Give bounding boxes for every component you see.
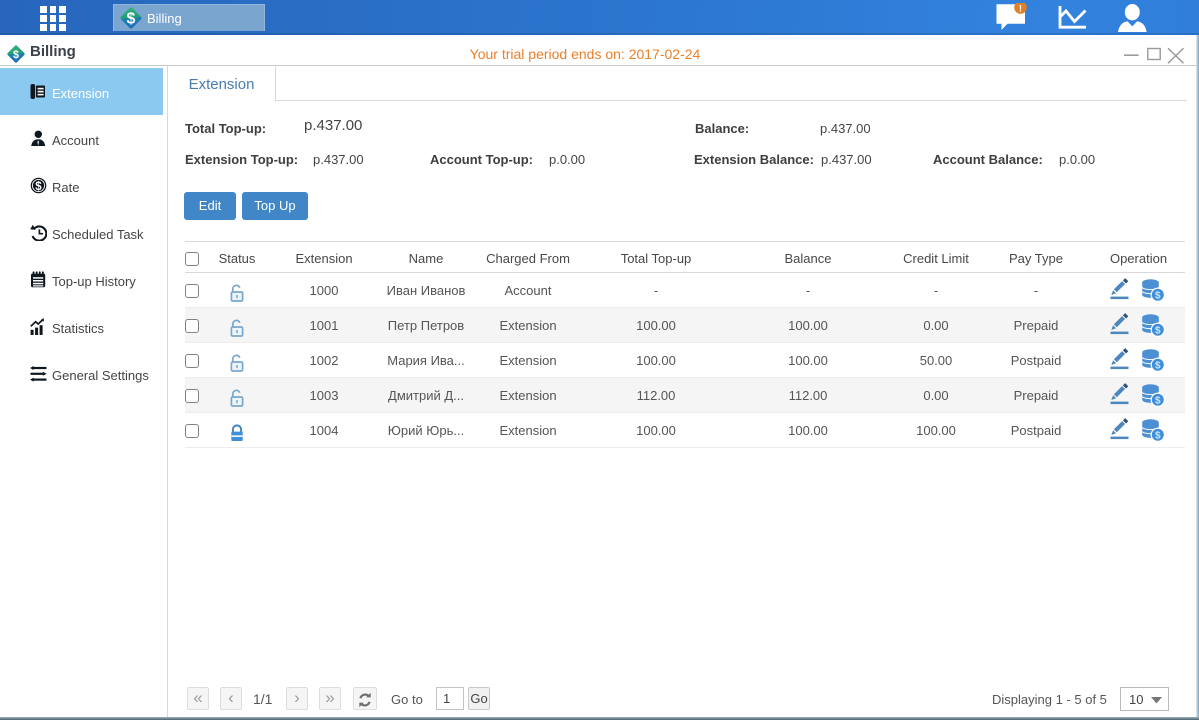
svg-text:$: $ bbox=[1155, 360, 1161, 371]
svg-text:$: $ bbox=[1155, 325, 1161, 336]
svg-text:$: $ bbox=[1155, 430, 1161, 441]
svg-text:$: $ bbox=[1155, 290, 1161, 301]
svg-text:$: $ bbox=[127, 11, 136, 28]
svg-text:!: ! bbox=[1019, 3, 1022, 14]
svg-text:$: $ bbox=[1155, 395, 1161, 406]
svg-text:$: $ bbox=[35, 181, 42, 193]
